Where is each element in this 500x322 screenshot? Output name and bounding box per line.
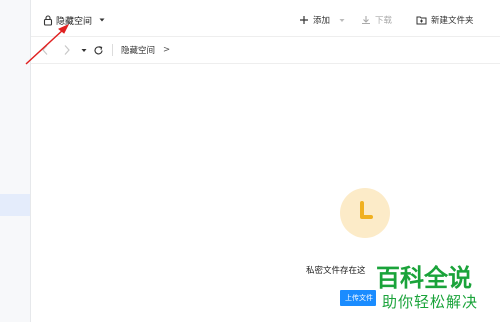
clock-icon: [360, 201, 373, 219]
add-label: 添加: [313, 16, 331, 26]
nav-divider: [112, 44, 113, 56]
new-folder-button[interactable]: 新建文件夹: [416, 12, 474, 28]
add-dropdown-caret-icon: [339, 18, 345, 22]
history-dropdown-icon: [81, 48, 87, 52]
forward-button[interactable]: [61, 42, 73, 58]
refresh-button[interactable]: [92, 42, 104, 58]
navigation-bar: 隐藏空间 >: [31, 37, 500, 64]
refresh-icon: [94, 45, 103, 54]
download-label: 下载: [375, 16, 393, 26]
lock-icon: [43, 14, 53, 26]
back-button[interactable]: [39, 42, 51, 58]
back-arrow-icon: [42, 45, 48, 55]
new-folder-label: 新建文件夹: [431, 16, 474, 26]
empty-state-message: 私密文件存在这: [306, 266, 366, 276]
plus-icon: [300, 16, 308, 24]
space-title-dropdown[interactable]: 隐藏空间: [43, 12, 106, 28]
space-title-label: 隐藏空间: [56, 16, 93, 27]
breadcrumb: 隐藏空间 >: [121, 42, 170, 58]
empty-state-illustration: [340, 188, 390, 238]
breadcrumb-item-current[interactable]: 隐藏空间: [121, 44, 155, 56]
breadcrumb-separator: >: [163, 45, 171, 55]
download-icon: [362, 16, 370, 25]
history-dropdown-button[interactable]: [80, 42, 88, 58]
watermark-logo: 百科全说: [376, 264, 472, 292]
upload-file-button[interactable]: 上传文件: [340, 290, 376, 306]
dropdown-caret-icon: [99, 18, 105, 22]
new-folder-icon: [416, 16, 427, 25]
top-toolbar: 隐藏空间 添加 下载 新建文件夹: [31, 0, 500, 37]
forward-arrow-icon: [64, 45, 70, 55]
sidebar-selected-item[interactable]: [0, 194, 30, 216]
download-button[interactable]: 下载: [361, 12, 392, 28]
sidebar: [0, 0, 31, 322]
add-button[interactable]: 添加: [299, 12, 345, 28]
watermark-subtitle: 助你轻松解决: [382, 293, 479, 311]
